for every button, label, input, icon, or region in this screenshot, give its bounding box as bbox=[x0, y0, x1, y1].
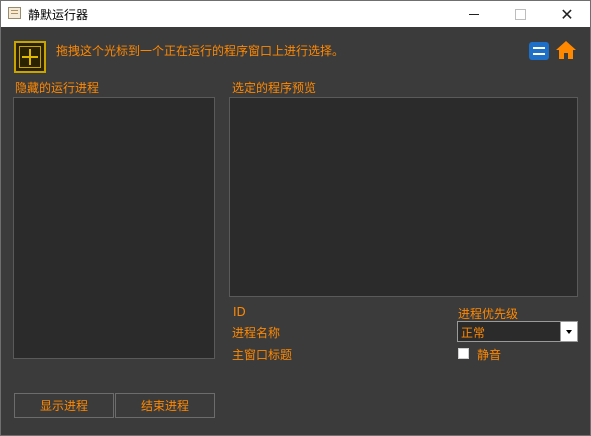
close-icon: ✕ bbox=[560, 4, 574, 24]
id-label: ID bbox=[233, 305, 246, 319]
instruction-text: 拖拽这个光标到一个正在运行的程序窗口上进行选择。 bbox=[56, 44, 345, 58]
hidden-process-list[interactable] bbox=[13, 97, 215, 359]
maximize-button[interactable] bbox=[497, 1, 543, 27]
mute-label[interactable]: 静音 bbox=[477, 346, 501, 363]
maximize-icon bbox=[514, 8, 526, 20]
program-preview-label: 选定的程序预览 bbox=[232, 81, 317, 95]
hidden-processes-label: 隐藏的运行进程 bbox=[15, 81, 100, 95]
chevron-down-icon[interactable] bbox=[560, 322, 577, 341]
program-preview-pane bbox=[229, 97, 578, 297]
app-icon bbox=[8, 7, 21, 19]
window-title: 静默运行器 bbox=[28, 8, 89, 22]
crosshair-icon[interactable] bbox=[14, 41, 46, 73]
app-window: 静默运行器 ✕ 拖拽这个光标到一个正在运行的程序窗口上进行选择。 隐藏的运行进程… bbox=[0, 0, 591, 436]
priority-label: 进程优先级 bbox=[458, 307, 519, 321]
minimize-button[interactable] bbox=[451, 1, 497, 27]
priority-select[interactable]: 正常 bbox=[457, 321, 578, 342]
show-process-button[interactable]: 显示进程 bbox=[14, 393, 114, 418]
mute-checkbox[interactable] bbox=[458, 348, 469, 359]
priority-select-value: 正常 bbox=[461, 326, 486, 340]
process-name-label: 进程名称 bbox=[232, 326, 281, 340]
close-button[interactable]: ✕ bbox=[544, 1, 590, 27]
title-bar[interactable]: 静默运行器 ✕ bbox=[1, 1, 590, 27]
end-process-button[interactable]: 结束进程 bbox=[115, 393, 215, 418]
main-window-title-label: 主窗口标题 bbox=[232, 348, 293, 362]
twitter-icon[interactable] bbox=[529, 42, 549, 60]
home-icon[interactable] bbox=[555, 40, 577, 60]
minimize-icon bbox=[469, 13, 479, 15]
main-panel: 拖拽这个光标到一个正在运行的程序窗口上进行选择。 隐藏的运行进程 选定的程序预览… bbox=[1, 27, 590, 435]
